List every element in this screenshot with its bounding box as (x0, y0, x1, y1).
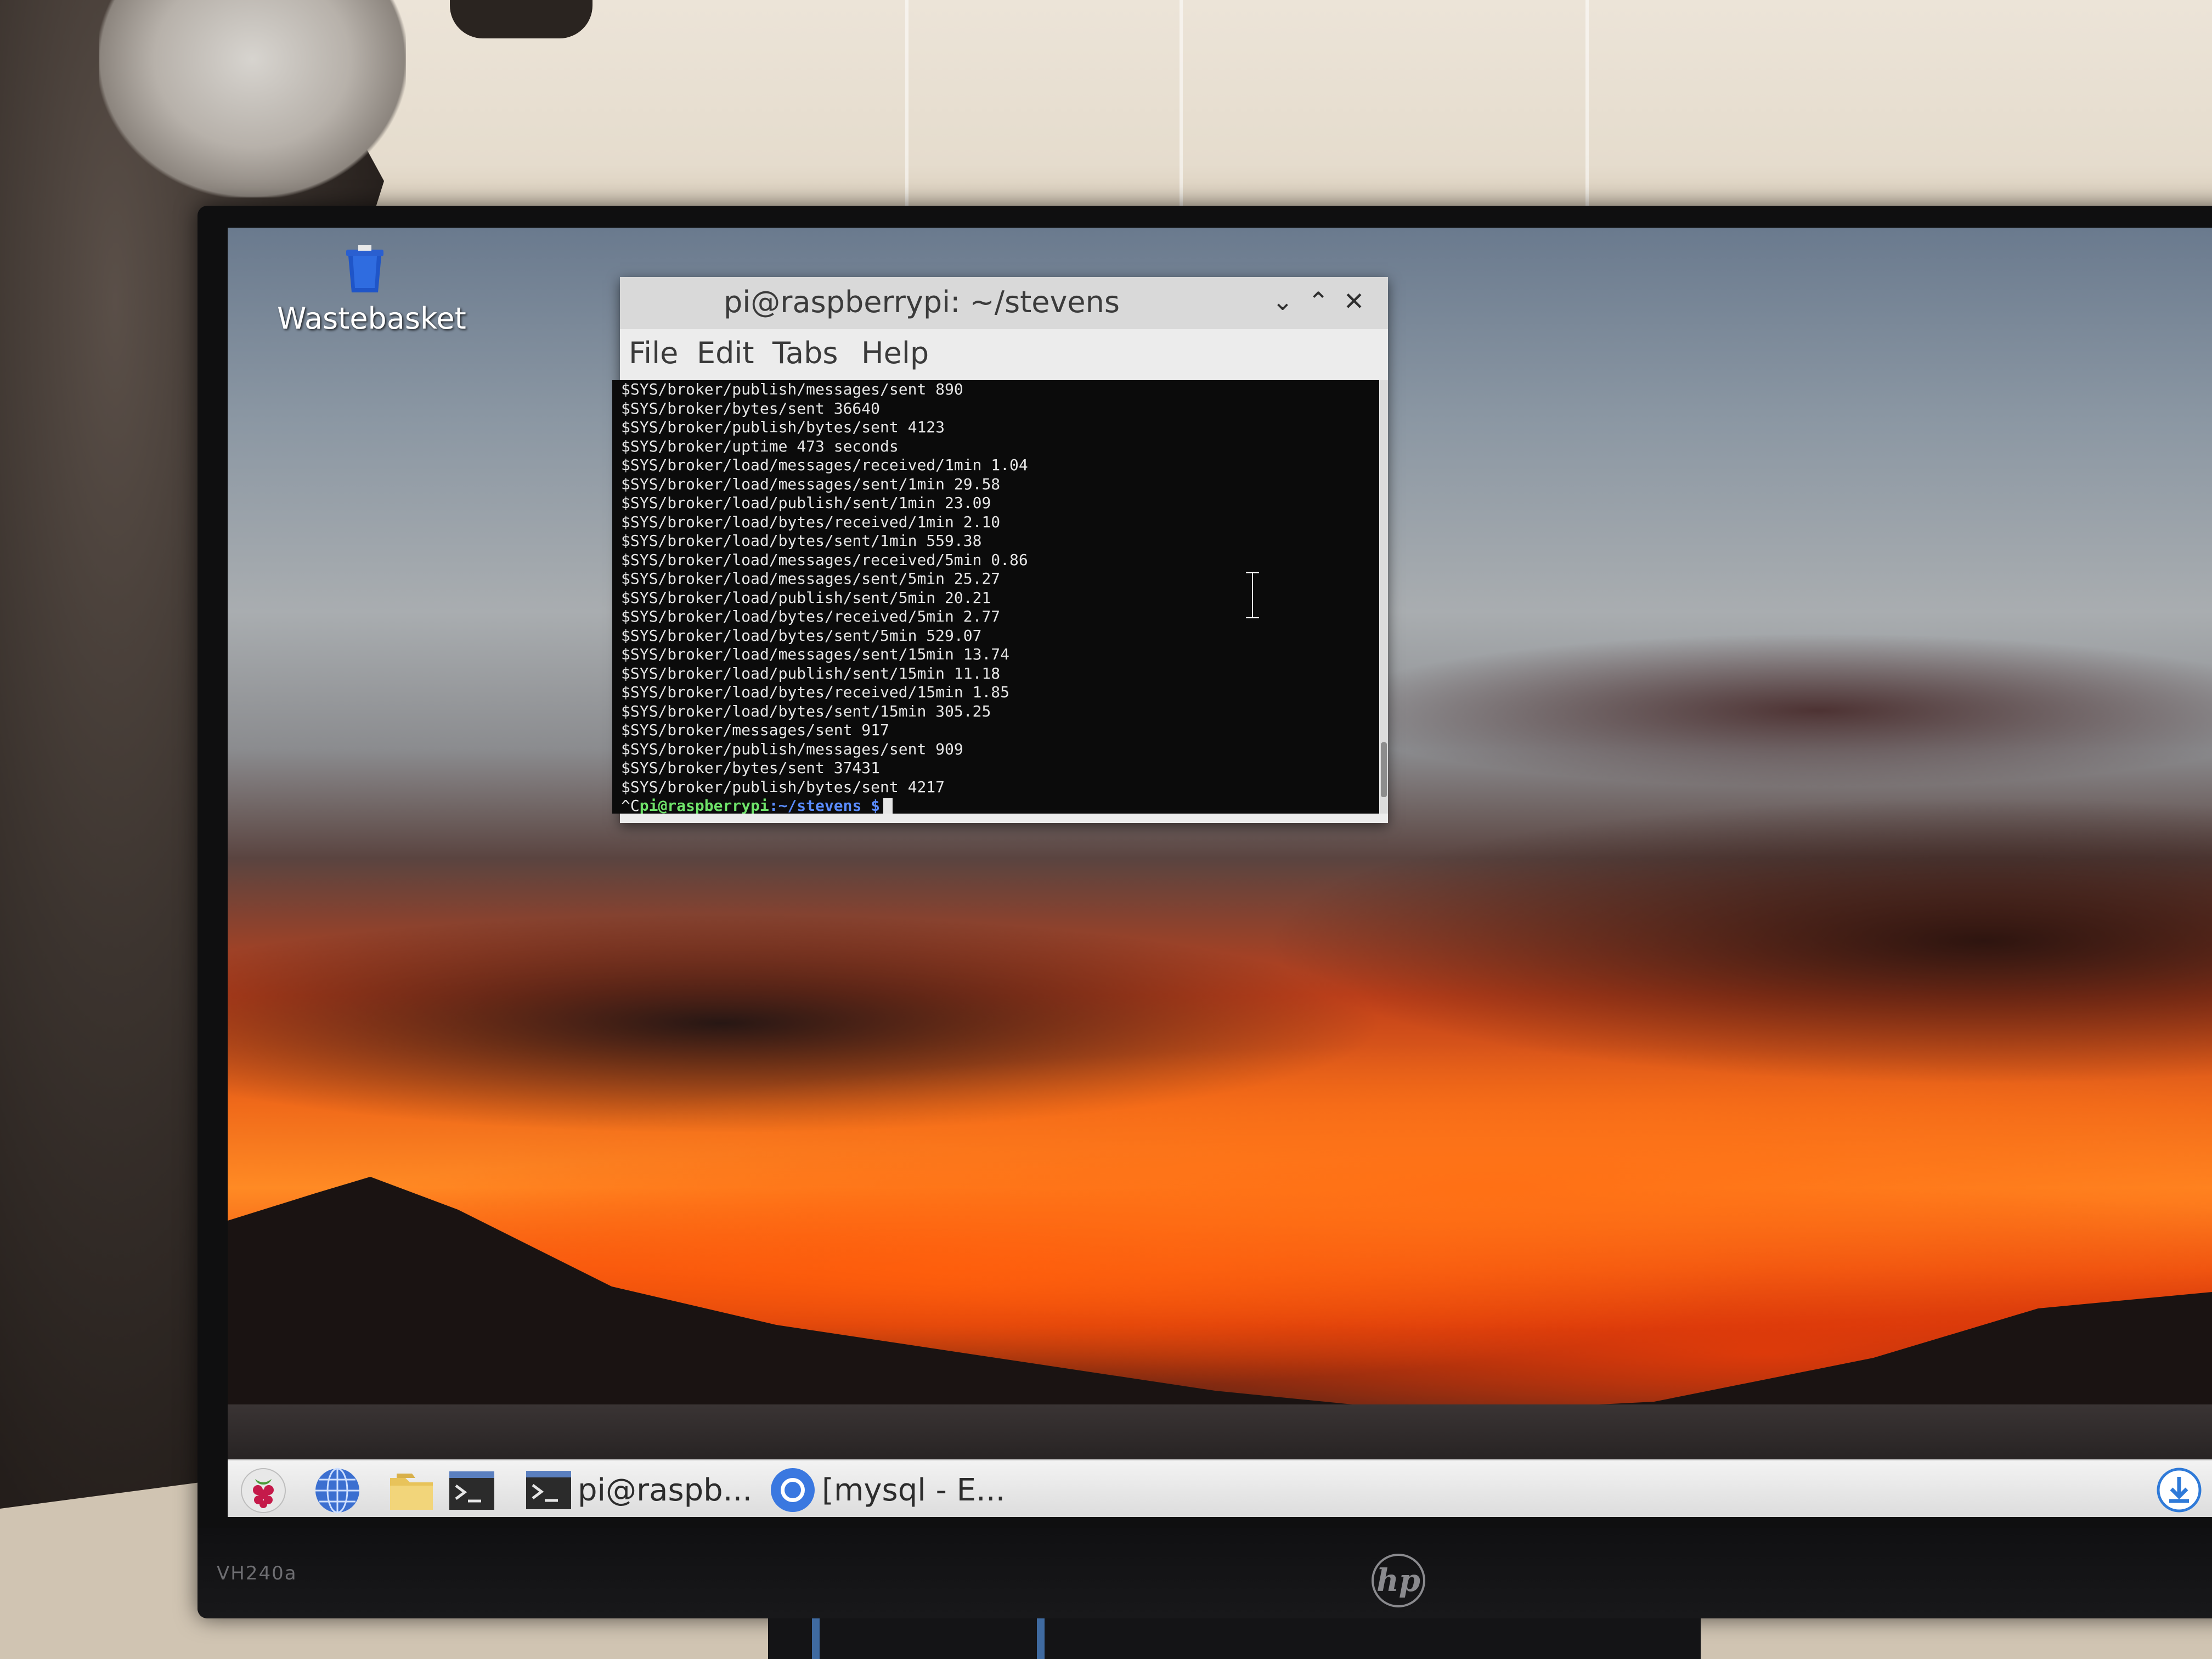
terminal-output[interactable]: $SYS/broker/publish/messages/sent 890 $S… (612, 380, 1379, 814)
menu-help[interactable]: Help (861, 336, 929, 370)
glove (450, 0, 592, 38)
taskbar: pi@raspb... [mysql - E... (228, 1459, 2212, 1517)
terminal-line: $SYS/broker/publish/bytes/sent 4123 (621, 418, 945, 436)
close-button[interactable]: ✕ (1339, 286, 1369, 317)
terminal-line: $SYS/broker/bytes/sent 37431 (621, 759, 881, 777)
wall-panel-line (1585, 0, 1589, 214)
taskbar-window-label: pi@raspb... (578, 1472, 753, 1508)
terminal-line: $SYS/broker/load/messages/sent/15min 13.… (621, 645, 1010, 663)
maximize-button[interactable]: ⌃ (1303, 286, 1334, 317)
window-title: pi@raspberrypi: ~/stevens (723, 285, 1120, 319)
terminal-icon[interactable] (447, 1466, 496, 1515)
jacket-hood (99, 0, 406, 198)
terminal-line: $SYS/broker/messages/sent 917 (621, 721, 889, 739)
hp-logo: hp (1372, 1554, 1425, 1607)
terminal-line: $SYS/broker/load/publish/sent/5min 20.21 (621, 588, 991, 607)
terminal-window[interactable]: pi@raspberrypi: ~/stevens ⌄ ⌃ ✕ File Edi… (612, 277, 1388, 823)
web-browser-icon[interactable] (313, 1466, 362, 1515)
monitor-chin (198, 1528, 2212, 1618)
terminal-line: $SYS/broker/load/bytes/received/15min 1.… (621, 683, 1010, 701)
prompt-line[interactable]: ^Cpi@raspberrypi:~/stevens $ (612, 797, 1379, 814)
desktop-icon-label: Wastebasket (277, 301, 466, 336)
terminal-scrollbar[interactable] (1380, 380, 1388, 814)
terminal-line: $SYS/broker/load/messages/sent/5min 25.2… (621, 569, 1001, 588)
menu-tabs[interactable]: Tabs (772, 336, 838, 370)
prompt-user: pi@raspberrypi (639, 797, 769, 814)
wall-panel-line (905, 0, 909, 214)
chromium-icon (771, 1468, 815, 1512)
file-manager-icon[interactable] (387, 1466, 436, 1515)
prompt-prefix: ^C (621, 797, 640, 814)
terminal-line: $SYS/broker/load/messages/received/1min … (621, 456, 1028, 474)
menu-file[interactable]: File (629, 336, 678, 370)
menu-edit[interactable]: Edit (697, 336, 754, 370)
taskbar-window-chromium[interactable]: [mysql - E... (768, 1465, 1005, 1515)
terminal-line: $SYS/broker/uptime 473 seconds (621, 437, 899, 455)
taskbar-window-terminal[interactable]: pi@raspb... (524, 1465, 752, 1515)
raspberry-menu-icon[interactable] (239, 1466, 288, 1515)
terminal-line: $SYS/broker/load/bytes/sent/1min 559.38 (621, 532, 982, 550)
terminal-line: $SYS/broker/load/messages/received/5min … (621, 550, 1028, 569)
monitor-model-label: VH240a (217, 1562, 297, 1584)
scrollbar-thumb[interactable] (1381, 742, 1387, 797)
photo-scene: VH240a hp Wastebasket pi@raspberrypi: ~/… (0, 0, 2212, 1659)
download-icon[interactable] (2156, 1467, 2202, 1513)
terminal-line: $SYS/broker/load/bytes/received/1min 2.1… (621, 512, 1001, 531)
taskbar-window-label: [mysql - E... (822, 1472, 1006, 1508)
wall-panel-line (1180, 0, 1183, 214)
ibeam-cursor-icon (1246, 571, 1259, 619)
prompt-path: :~/stevens $ (769, 797, 881, 814)
terminal-menubar: File Edit Tabs Help (620, 329, 1388, 379)
trash-icon (346, 245, 383, 292)
cable (1037, 1618, 1045, 1659)
monitor-stand (768, 1618, 1701, 1659)
terminal-line: $SYS/broker/load/publish/sent/1min 23.09 (621, 494, 991, 512)
screen: Wastebasket pi@raspberrypi: ~/stevens ⌄ … (228, 228, 2212, 1517)
terminal-line: $SYS/broker/load/bytes/sent/5min 529.07 (621, 626, 982, 645)
terminal-line: $SYS/broker/load/publish/sent/15min 11.1… (621, 664, 1001, 682)
minimize-button[interactable]: ⌄ (1267, 286, 1298, 317)
terminal-line: $SYS/broker/load/messages/sent/1min 29.5… (621, 475, 1001, 493)
cable (812, 1618, 820, 1659)
terminal-line: $SYS/broker/bytes/sent 36640 (621, 399, 881, 417)
terminal-line: $SYS/broker/load/bytes/received/5min 2.7… (621, 607, 1001, 625)
terminal-line: $SYS/broker/publish/bytes/sent 4217 (621, 777, 945, 796)
terminal-line: $SYS/broker/publish/messages/sent 909 (621, 740, 963, 758)
terminal-titlebar[interactable]: pi@raspberrypi: ~/stevens ⌄ ⌃ ✕ (620, 277, 1388, 329)
terminal-line: $SYS/broker/load/bytes/sent/15min 305.25 (621, 702, 991, 720)
text-cursor (883, 798, 893, 814)
desktop-icon-wastebasket[interactable]: Wastebasket (277, 244, 466, 336)
terminal-line: $SYS/broker/publish/messages/sent 890 (621, 380, 963, 398)
terminal-icon (526, 1471, 571, 1509)
